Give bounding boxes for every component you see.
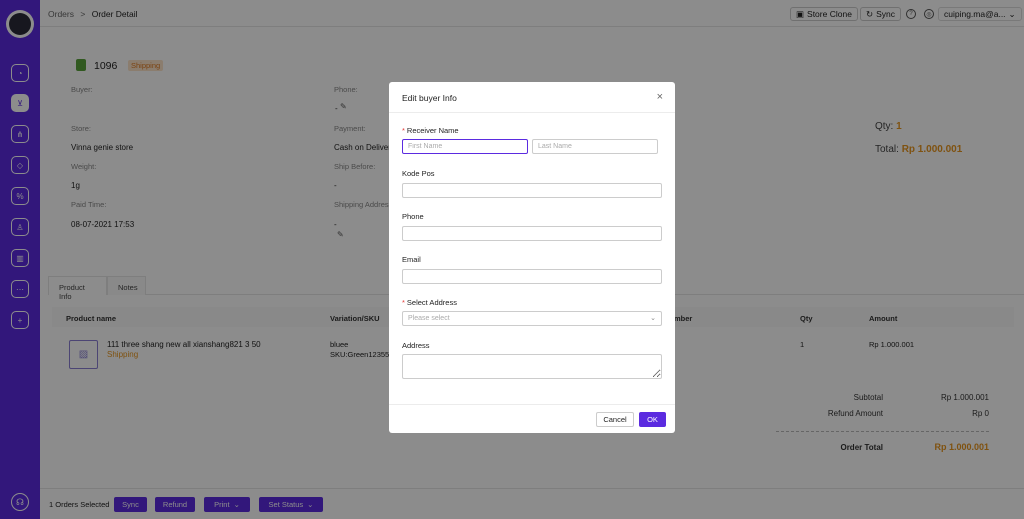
kode-pos-input[interactable] <box>402 183 662 198</box>
email-input[interactable] <box>402 269 662 284</box>
phone-label: Phone <box>402 212 424 221</box>
last-name-input[interactable] <box>532 139 658 154</box>
address-select[interactable]: Please select ⌄ <box>402 311 662 326</box>
chevron-down-icon: ⌄ <box>650 315 656 322</box>
modal-header: Edit buyer Info × <box>389 82 675 113</box>
close-icon[interactable]: × <box>657 91 663 103</box>
address-select-placeholder: Please select <box>408 315 450 322</box>
required-marker: * <box>402 126 405 135</box>
receiver-name-text: Receiver Name <box>406 126 459 135</box>
receiver-name-label: * Receiver Name <box>402 126 459 135</box>
required-marker: * <box>402 298 405 307</box>
modal-footer: Cancel OK <box>389 404 675 433</box>
modal-title: Edit buyer Info <box>402 93 457 103</box>
edit-buyer-info-modal: Edit buyer Info × *Receiver Name Kode Po… <box>389 82 675 433</box>
phone-input[interactable] <box>402 226 662 241</box>
address-label: Address <box>402 341 430 350</box>
ok-button[interactable]: OK <box>639 412 666 427</box>
select-address-text: Select Address <box>406 298 457 307</box>
select-address-label: * Select Address <box>402 298 457 307</box>
first-name-input[interactable] <box>402 139 528 154</box>
cancel-button[interactable]: Cancel <box>596 412 634 427</box>
email-label: Email <box>402 255 421 264</box>
kode-pos-label: Kode Pos <box>402 169 435 178</box>
address-textarea[interactable] <box>402 354 662 379</box>
